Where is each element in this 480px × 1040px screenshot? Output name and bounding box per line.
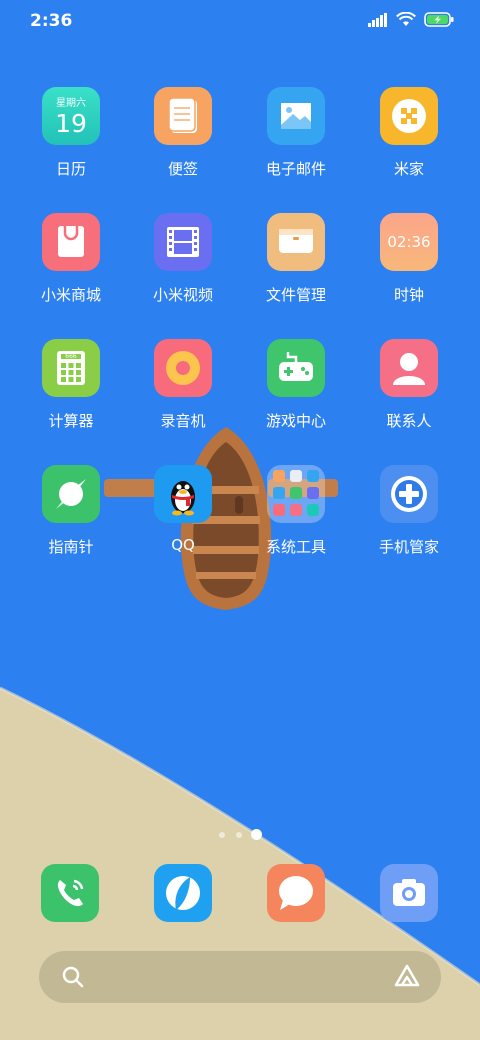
recorder-icon	[154, 339, 212, 397]
page-dot[interactable]	[219, 832, 225, 838]
dock-browser[interactable]	[154, 864, 212, 922]
page-dot[interactable]	[236, 832, 242, 838]
app-mi-home[interactable]: 米家	[359, 87, 459, 179]
app-label-system-tools: 系统工具	[265, 538, 326, 556]
calendar-day: 19	[55, 109, 87, 138]
page-dot-current[interactable]	[251, 829, 262, 840]
browser-icon	[166, 876, 200, 910]
app-label-qq: QQ	[171, 536, 195, 554]
system-tools-folder-icon	[267, 465, 325, 523]
camera-icon	[393, 879, 425, 906]
dock-messages[interactable]	[267, 864, 325, 922]
app-label-mi-store: 小米商城	[40, 286, 101, 304]
security-shield-icon	[380, 465, 438, 523]
app-label-mi-home: 米家	[393, 160, 424, 178]
contacts-icon	[380, 339, 438, 397]
game-controller-icon	[267, 339, 325, 397]
app-label-game-center: 游戏中心	[265, 412, 326, 430]
mi-home-icon	[380, 87, 438, 145]
app-label-clock: 时钟	[393, 286, 424, 304]
mi-store-icon	[42, 213, 100, 271]
signal-icon	[368, 12, 387, 27]
qq-penguin-icon	[154, 465, 212, 523]
calculator-icon: 666	[42, 339, 100, 397]
notes-icon	[154, 87, 212, 145]
app-contacts[interactable]: 联系人	[359, 339, 459, 431]
app-label-email: 电子邮件	[265, 160, 326, 178]
xiaoai-assistant-icon[interactable]	[393, 963, 421, 989]
dock-phone[interactable]	[41, 864, 99, 922]
search-bar[interactable]	[39, 951, 441, 1003]
app-security[interactable]: 手机管家	[359, 465, 459, 557]
app-mi-store[interactable]: 小米商城	[21, 213, 121, 305]
app-email[interactable]: 电子邮件	[246, 87, 346, 179]
messages-icon	[279, 876, 313, 910]
app-game-center[interactable]: 游戏中心	[246, 339, 346, 431]
app-label-contacts: 联系人	[386, 412, 432, 430]
app-label-calculator: 计算器	[48, 412, 94, 430]
clock-widget-time: 02:36	[387, 233, 431, 251]
app-calculator[interactable]: 666 计算器	[21, 339, 121, 431]
app-label-notes: 便签	[167, 160, 198, 178]
app-label-mi-video: 小米视频	[152, 286, 213, 304]
app-label-security: 手机管家	[378, 538, 439, 556]
calculator-display: 666	[65, 353, 77, 360]
clock-icon: 02:36	[380, 213, 438, 271]
wifi-icon	[396, 12, 416, 26]
dock-camera[interactable]	[380, 864, 438, 922]
home-screen: 2:36 星期六 19 日历 便签 电子邮件 米家 小米商城 小米视频 文件管理…	[0, 0, 480, 1040]
status-time: 2:36	[30, 11, 73, 31]
app-recorder[interactable]: 录音机	[133, 339, 233, 431]
app-qq[interactable]: QQ	[133, 465, 233, 554]
folder-icon	[267, 213, 325, 271]
email-icon	[267, 87, 325, 145]
app-notes[interactable]: 便签	[133, 87, 233, 179]
app-label-recorder: 录音机	[160, 412, 206, 430]
app-clock[interactable]: 02:36 时钟	[359, 213, 459, 305]
calendar-icon: 星期六 19	[42, 87, 100, 145]
app-compass[interactable]: 指南针	[21, 465, 121, 557]
video-icon	[154, 213, 212, 271]
app-label-file-manager: 文件管理	[265, 286, 326, 304]
phone-icon	[57, 879, 84, 907]
status-icons	[368, 12, 454, 27]
app-label-calendar: 日历	[55, 160, 86, 178]
calendar-weekday: 星期六	[56, 98, 86, 109]
app-label-compass: 指南针	[48, 538, 94, 556]
app-calendar[interactable]: 星期六 19 日历	[21, 87, 121, 179]
search-icon	[62, 966, 84, 988]
app-file-manager[interactable]: 文件管理	[246, 213, 346, 305]
app-mi-video[interactable]: 小米视频	[133, 213, 233, 305]
folder-system-tools[interactable]: 系统工具	[246, 465, 346, 557]
battery-charging-icon	[424, 12, 454, 27]
compass-icon	[42, 465, 100, 523]
